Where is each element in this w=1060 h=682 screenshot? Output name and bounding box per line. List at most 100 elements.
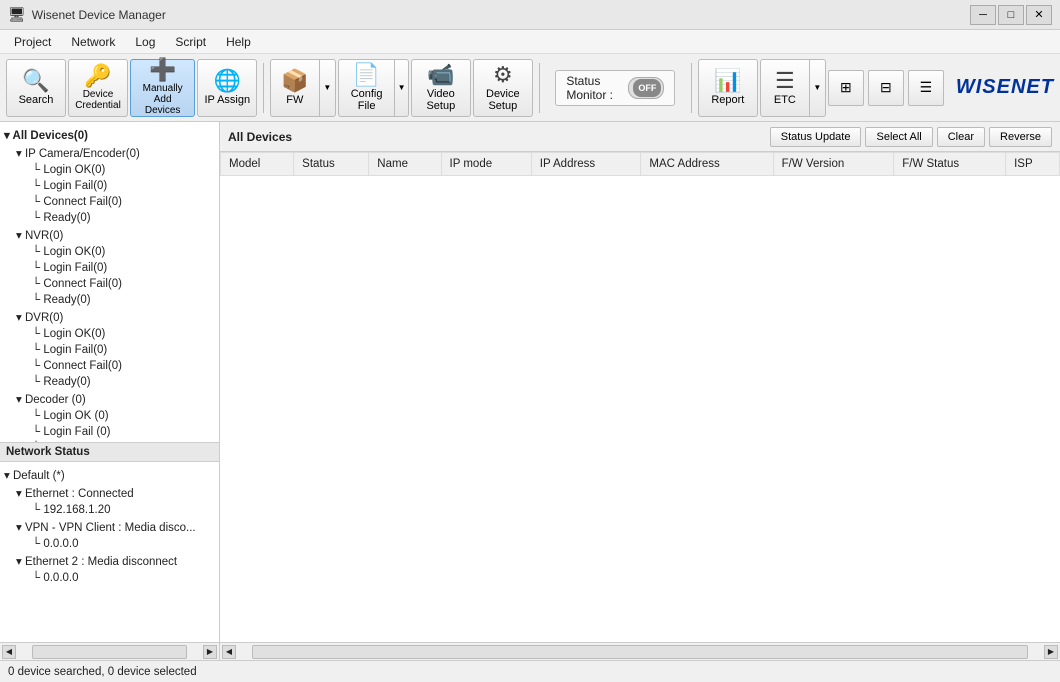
- device-setup-label: Device Setup: [480, 88, 526, 112]
- fw-button[interactable]: 📦 FW: [270, 59, 320, 117]
- label: Default (*): [13, 470, 65, 482]
- reverse-button[interactable]: Reverse: [989, 127, 1052, 147]
- network-ethernet[interactable]: ▾ Ethernet : Connected: [0, 484, 219, 502]
- select-all-button[interactable]: Select All: [865, 127, 932, 147]
- view-icon-3: ☰: [920, 79, 933, 96]
- title-bar: 🖥 Wisenet Device Manager ─ □ ✕: [0, 0, 1060, 30]
- report-button[interactable]: 📊 Report: [698, 59, 758, 117]
- network-vpn[interactable]: ▾ VPN - VPN Client : Media disco...: [0, 518, 219, 536]
- tree-item-decoder-login-fail[interactable]: └ Login Fail (0): [0, 424, 219, 440]
- ip-assign-button[interactable]: 🌐 IP Assign: [197, 59, 257, 117]
- network-ip-2[interactable]: └ 0.0.0.0: [0, 536, 219, 552]
- config-dropdown-button[interactable]: ▼: [395, 59, 408, 117]
- network-status-tree: ▾ Default (*) ▾ Ethernet : Connected └ 1…: [0, 462, 219, 642]
- minimize-button[interactable]: ─: [970, 5, 996, 25]
- network-default[interactable]: ▾ Default (*): [0, 466, 219, 484]
- fw-button-group: 📦 FW ▼: [270, 59, 336, 117]
- tree-item-decoder[interactable]: ▾ Decoder (0): [0, 390, 219, 408]
- leaf-icon: └: [32, 344, 43, 356]
- tree-item-nvr-login-ok[interactable]: └ Login OK(0): [0, 244, 219, 260]
- etc-dropdown-button[interactable]: ▼: [810, 59, 826, 117]
- left-scrollbar[interactable]: ◀ ▶: [0, 642, 219, 660]
- col-ip-address[interactable]: IP Address: [531, 153, 641, 176]
- bottom-scrollbar[interactable]: ◀ ▶: [220, 642, 1060, 660]
- label: Connect Fail(0): [43, 196, 122, 208]
- tree-item-nvr[interactable]: ▾ NVR(0): [0, 226, 219, 244]
- view-button-3[interactable]: ☰: [908, 70, 944, 106]
- fw-dropdown-button[interactable]: ▼: [320, 59, 336, 117]
- col-mac-address[interactable]: MAC Address: [641, 153, 773, 176]
- expand-icon: ▾: [16, 230, 25, 242]
- ip-icon: 🌐: [214, 70, 241, 92]
- leaf-icon: └: [32, 504, 43, 516]
- etc-icon: ☰: [775, 70, 795, 92]
- maximize-button[interactable]: □: [998, 5, 1024, 25]
- manually-add-button[interactable]: ➕ Manually Add Devices: [130, 59, 195, 117]
- leaf-icon: └: [32, 212, 43, 224]
- col-isp[interactable]: ISP: [1006, 153, 1060, 176]
- network-ethernet-2[interactable]: ▾ Ethernet 2 : Media disconnect: [0, 552, 219, 570]
- all-devices-header: All Devices Status Update Select All Cle…: [220, 122, 1060, 152]
- status-monitor: Status Monitor : OFF: [555, 70, 675, 106]
- tree-item-nvr-connect-fail[interactable]: └ Connect Fail(0): [0, 276, 219, 292]
- config-file-button[interactable]: 📄 Config File: [338, 59, 396, 117]
- tree-item-login-fail-0[interactable]: └ Login Fail(0): [0, 178, 219, 194]
- all-devices-label: All Devices: [228, 130, 766, 144]
- scroll-right[interactable]: ▶: [203, 645, 217, 659]
- close-button[interactable]: ✕: [1026, 5, 1052, 25]
- device-table: Model Status Name IP mode IP Address MAC…: [220, 152, 1060, 176]
- tree-item-connect-fail-0[interactable]: └ Connect Fail(0): [0, 194, 219, 210]
- col-model[interactable]: Model: [221, 153, 294, 176]
- ip-assign-label: IP Assign: [204, 94, 250, 106]
- menu-log[interactable]: Log: [125, 33, 165, 51]
- scroll-left[interactable]: ◀: [2, 645, 16, 659]
- tree-item-dvr-connect-fail[interactable]: └ Connect Fail(0): [0, 358, 219, 374]
- menu-project[interactable]: Project: [4, 33, 61, 51]
- status-update-button[interactable]: Status Update: [770, 127, 862, 147]
- search-label: Search: [19, 94, 54, 106]
- scroll-track-left[interactable]: [32, 645, 187, 659]
- view-button-1[interactable]: ⊞: [828, 70, 864, 106]
- menu-help[interactable]: Help: [216, 33, 261, 51]
- scroll-track-main[interactable]: [252, 645, 1028, 659]
- tree-item-dvr-login-ok[interactable]: └ Login OK(0): [0, 326, 219, 342]
- network-ip-1[interactable]: └ 192.168.1.20: [0, 502, 219, 518]
- tree-item-ip-camera[interactable]: ▾ IP Camera/Encoder(0): [0, 144, 219, 162]
- clear-button[interactable]: Clear: [937, 127, 985, 147]
- leaf-icon: └: [32, 164, 43, 176]
- label: Ethernet 2 : Media disconnect: [25, 556, 177, 568]
- menu-script[interactable]: Script: [165, 33, 216, 51]
- tree-item-login-ok-0[interactable]: └ Login OK(0): [0, 162, 219, 178]
- col-status[interactable]: Status: [294, 153, 369, 176]
- label: Login OK(0): [43, 164, 105, 176]
- device-credential-button[interactable]: 🔑 Device Credential: [68, 59, 128, 117]
- tree-item-ready-0[interactable]: └ Ready(0): [0, 210, 219, 226]
- network-ip-3[interactable]: └ 0.0.0.0: [0, 570, 219, 586]
- tree-item-dvr[interactable]: ▾ DVR(0): [0, 308, 219, 326]
- device-setup-button[interactable]: ⚙ Device Setup: [473, 59, 533, 117]
- col-fw-status[interactable]: F/W Status: [894, 153, 1006, 176]
- view-button-2[interactable]: ⊟: [868, 70, 904, 106]
- tree-item-decoder-login-ok[interactable]: └ Login OK (0): [0, 408, 219, 424]
- label: 0.0.0.0: [43, 572, 78, 584]
- etc-button[interactable]: ☰ ETC: [760, 59, 810, 117]
- col-fw-version[interactable]: F/W Version: [773, 153, 894, 176]
- tree-item-dvr-login-fail[interactable]: └ Login Fail(0): [0, 342, 219, 358]
- video-setup-button[interactable]: 📹 Video Setup: [411, 59, 471, 117]
- scroll-left-main[interactable]: ◀: [222, 645, 236, 659]
- leaf-icon: └: [32, 572, 43, 584]
- tree-item-nvr-ready[interactable]: └ Ready(0): [0, 292, 219, 308]
- tree-item-root[interactable]: ▾ All Devices(0): [0, 126, 219, 144]
- tree-item-nvr-login-fail[interactable]: └ Login Fail(0): [0, 260, 219, 276]
- scroll-right-main[interactable]: ▶: [1044, 645, 1058, 659]
- col-ip-mode[interactable]: IP mode: [441, 153, 531, 176]
- expand-icon: ▾: [16, 148, 25, 160]
- leaf-icon: └: [32, 196, 43, 208]
- search-button[interactable]: 🔍 Search: [6, 59, 66, 117]
- status-monitor-toggle[interactable]: OFF: [628, 77, 664, 99]
- device-tree: ▾ All Devices(0) ▾ IP Camera/Encoder(0) …: [0, 122, 219, 443]
- manually-add-label: Manually Add Devices: [137, 83, 188, 116]
- tree-item-dvr-ready[interactable]: └ Ready(0): [0, 374, 219, 390]
- col-name[interactable]: Name: [369, 153, 441, 176]
- menu-network[interactable]: Network: [61, 33, 125, 51]
